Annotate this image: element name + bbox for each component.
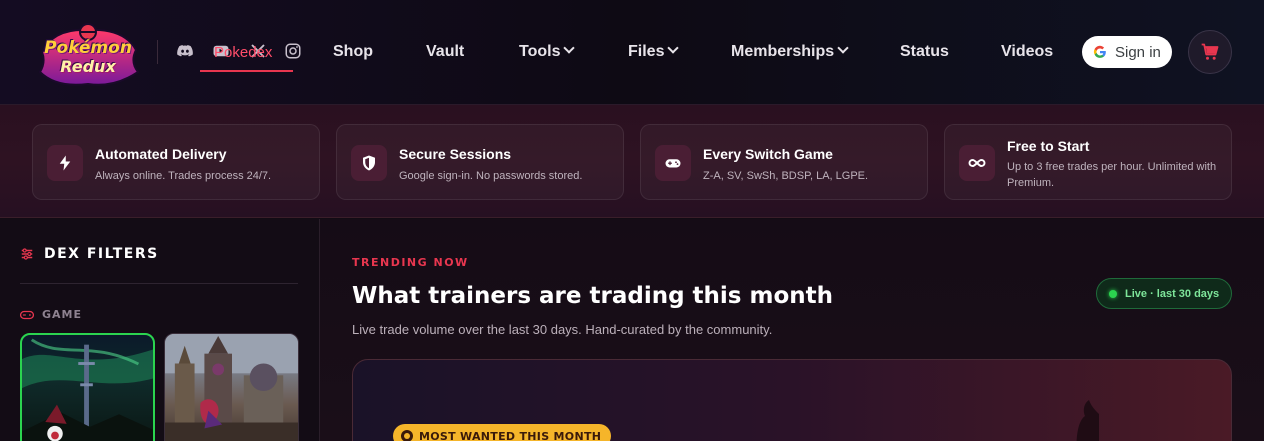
nav-files[interactable]: Files [628,42,680,61]
game-card[interactable] [164,333,299,441]
feature-title: Secure Sessions [399,146,512,162]
flame-icon [401,430,413,441]
header-divider [157,40,158,64]
gamepad-icon [20,310,34,319]
logo-line1: Pokémon [44,37,132,58]
nav-memberships-label: Memberships [731,43,835,60]
nav-shop[interactable]: Shop [333,43,373,61]
live-dot-icon [1109,289,1117,298]
chevron-down-icon [667,42,680,54]
section-subtitle: Live trade volume over the last 30 days.… [352,322,773,337]
feature-card-secure-sessions: Secure Sessions Google sign-in. No passw… [336,124,624,200]
sign-in-label: Sign in [1115,43,1161,61]
most-wanted-hero-card[interactable]: MOST WANTED THIS MONTH [352,359,1232,441]
chevron-down-icon [837,42,849,54]
shield-icon [351,145,387,181]
feature-card-free-to-start: Free to Start Up to 3 free trades per ho… [944,124,1232,200]
trending-eyebrow: TRENDING NOW [352,256,469,269]
discord-icon[interactable] [176,42,194,60]
feature-title: Automated Delivery [95,146,227,162]
live-badge: Live · last 30 days [1096,278,1232,309]
game-section-title: GAME [42,308,83,321]
sidebar-divider [20,283,298,284]
feature-title: Every Switch Game [703,146,833,162]
feature-card-every-switch-game: Every Switch Game Z-A, SV, SwSh, BDSP, L… [640,124,928,200]
trending-section: TRENDING NOW What trainers are trading t… [320,219,1264,441]
sign-in-button[interactable]: Sign in [1082,36,1172,68]
feature-desc: Google sign-in. No passwords stored. [399,170,583,182]
feature-band: Automated Delivery Always online. Trades… [0,105,1264,218]
logo-line2: Redux [60,56,116,76]
most-wanted-badge: MOST WANTED THIS MONTH [393,424,612,441]
pokemon-silhouette [1076,400,1099,441]
most-wanted-label: MOST WANTED THIS MONTH [419,429,602,441]
brand-logo[interactable]: Pokémon Redux [34,22,142,92]
nav-tools[interactable]: Tools [519,42,576,61]
chevron-down-icon [563,42,576,54]
cart-icon [1201,43,1219,60]
dex-filters-title: DEX FILTERS [44,246,159,262]
feature-desc: Up to 3 free trades per hour. Unlimited … [1007,161,1217,189]
feature-card-automated-delivery: Automated Delivery Always online. Trades… [32,124,320,200]
gamepad-icon [655,145,691,181]
nav-pokedex[interactable]: Pokedex [214,44,272,61]
game-section-label: GAME [20,308,82,321]
game-card-selected[interactable] [20,333,155,441]
dex-filters-sidebar: DEX FILTERS GAME [0,219,320,441]
site-header: Pokémon Redux Pokedex Shop Vault Tools F… [0,0,1264,105]
dex-filters-heading: DEX FILTERS [20,246,159,262]
infinity-icon [959,145,995,181]
nav-vault[interactable]: Vault [426,43,464,61]
cart-button[interactable] [1188,30,1232,74]
nav-memberships[interactable]: Memberships [731,42,849,61]
feature-title: Free to Start [1007,138,1090,154]
active-nav-underline [200,70,293,72]
nav-status[interactable]: Status [900,43,949,61]
section-title: What trainers are trading this month [352,283,834,309]
instagram-icon[interactable] [284,42,302,60]
feature-desc: Z-A, SV, SwSh, BDSP, LA, LGPE. [703,170,869,182]
nav-files-label: Files [628,43,665,60]
bolt-icon [47,145,83,181]
feature-desc: Always online. Trades process 24/7. [95,170,272,182]
nav-videos[interactable]: Videos [1001,43,1053,61]
nav-tools-label: Tools [519,43,561,60]
google-icon [1093,45,1106,58]
live-badge-label: Live · last 30 days [1125,287,1220,300]
sliders-icon [21,248,33,260]
